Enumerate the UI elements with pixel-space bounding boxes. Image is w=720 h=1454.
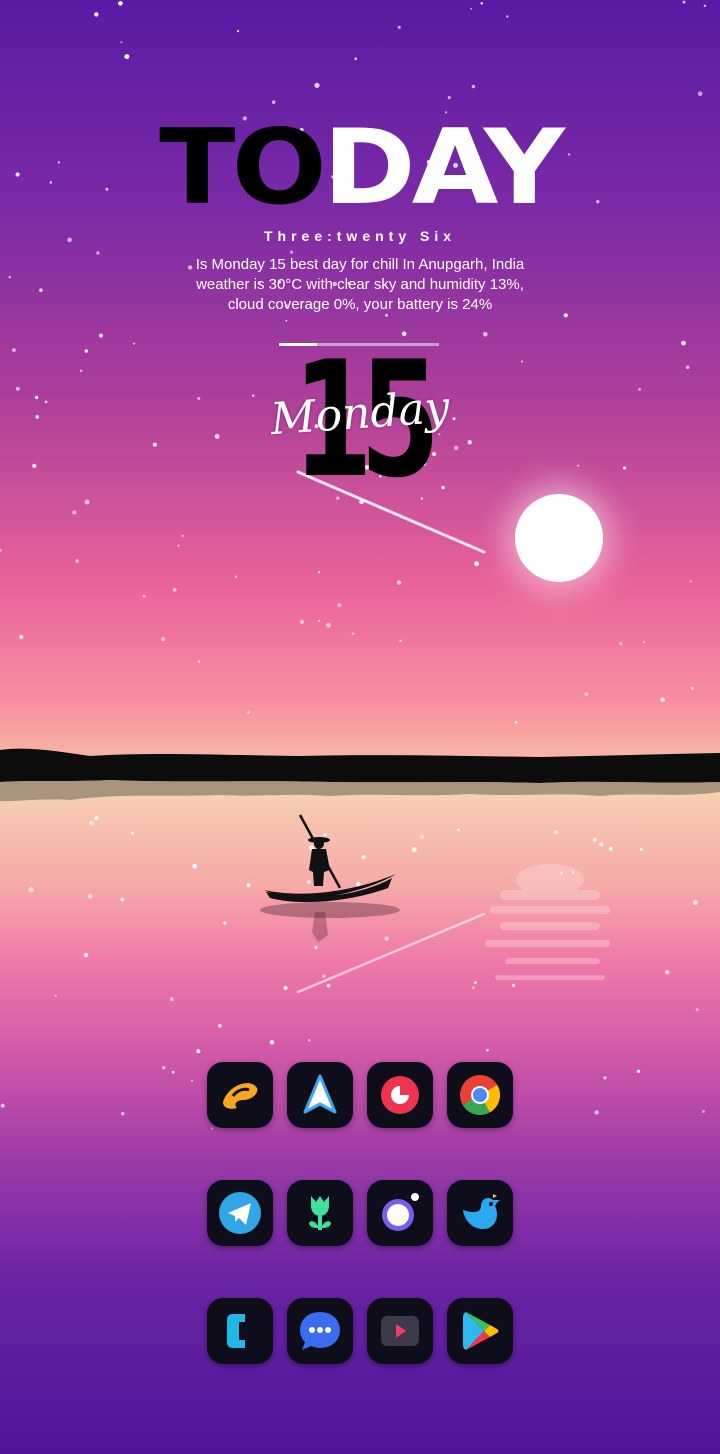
app-video[interactable] — [367, 1298, 433, 1364]
chat-bubble-icon — [300, 1312, 340, 1350]
pie-icon — [381, 1076, 419, 1114]
telegram-icon — [219, 1192, 261, 1234]
tulip-icon — [309, 1196, 331, 1230]
app-pie[interactable] — [367, 1062, 433, 1128]
circle-dot-icon — [382, 1193, 419, 1231]
app-bird[interactable] — [447, 1180, 513, 1246]
today-heading: TODAY — [0, 116, 720, 219]
status-description: Is Monday 15 best day for chill In Anupg… — [195, 256, 525, 313]
app-phone[interactable] — [207, 1298, 273, 1364]
chrome-icon — [460, 1075, 500, 1115]
boat-silhouette — [260, 814, 400, 942]
app-chrome[interactable] — [447, 1062, 513, 1128]
shoreline-reflection — [0, 780, 720, 802]
moon-sun — [515, 494, 603, 582]
app-tulip[interactable] — [287, 1180, 353, 1246]
today-heading-light: DAY — [322, 108, 565, 228]
app-telegram[interactable] — [207, 1180, 273, 1246]
phone-icon — [227, 1314, 245, 1348]
arrow-up-icon — [303, 1074, 337, 1114]
sun-reflection — [485, 864, 610, 980]
play-store-icon — [463, 1312, 499, 1350]
time-in-words: Three:twenty Six — [263, 228, 457, 244]
bird-icon — [463, 1194, 501, 1230]
video-player-icon — [381, 1316, 419, 1346]
jiosaavn-icon — [223, 1083, 258, 1109]
app-arrow[interactable] — [287, 1062, 353, 1128]
app-messages[interactable] — [287, 1298, 353, 1364]
app-play-store[interactable] — [447, 1298, 513, 1364]
app-jiosaavn[interactable] — [207, 1062, 273, 1128]
shoreline — [0, 748, 720, 783]
today-heading-dark: TO — [159, 108, 327, 228]
app-circle[interactable] — [367, 1180, 433, 1246]
home-screen: TODAY Three:twenty Six Is Monday 15 best… — [0, 0, 720, 1454]
